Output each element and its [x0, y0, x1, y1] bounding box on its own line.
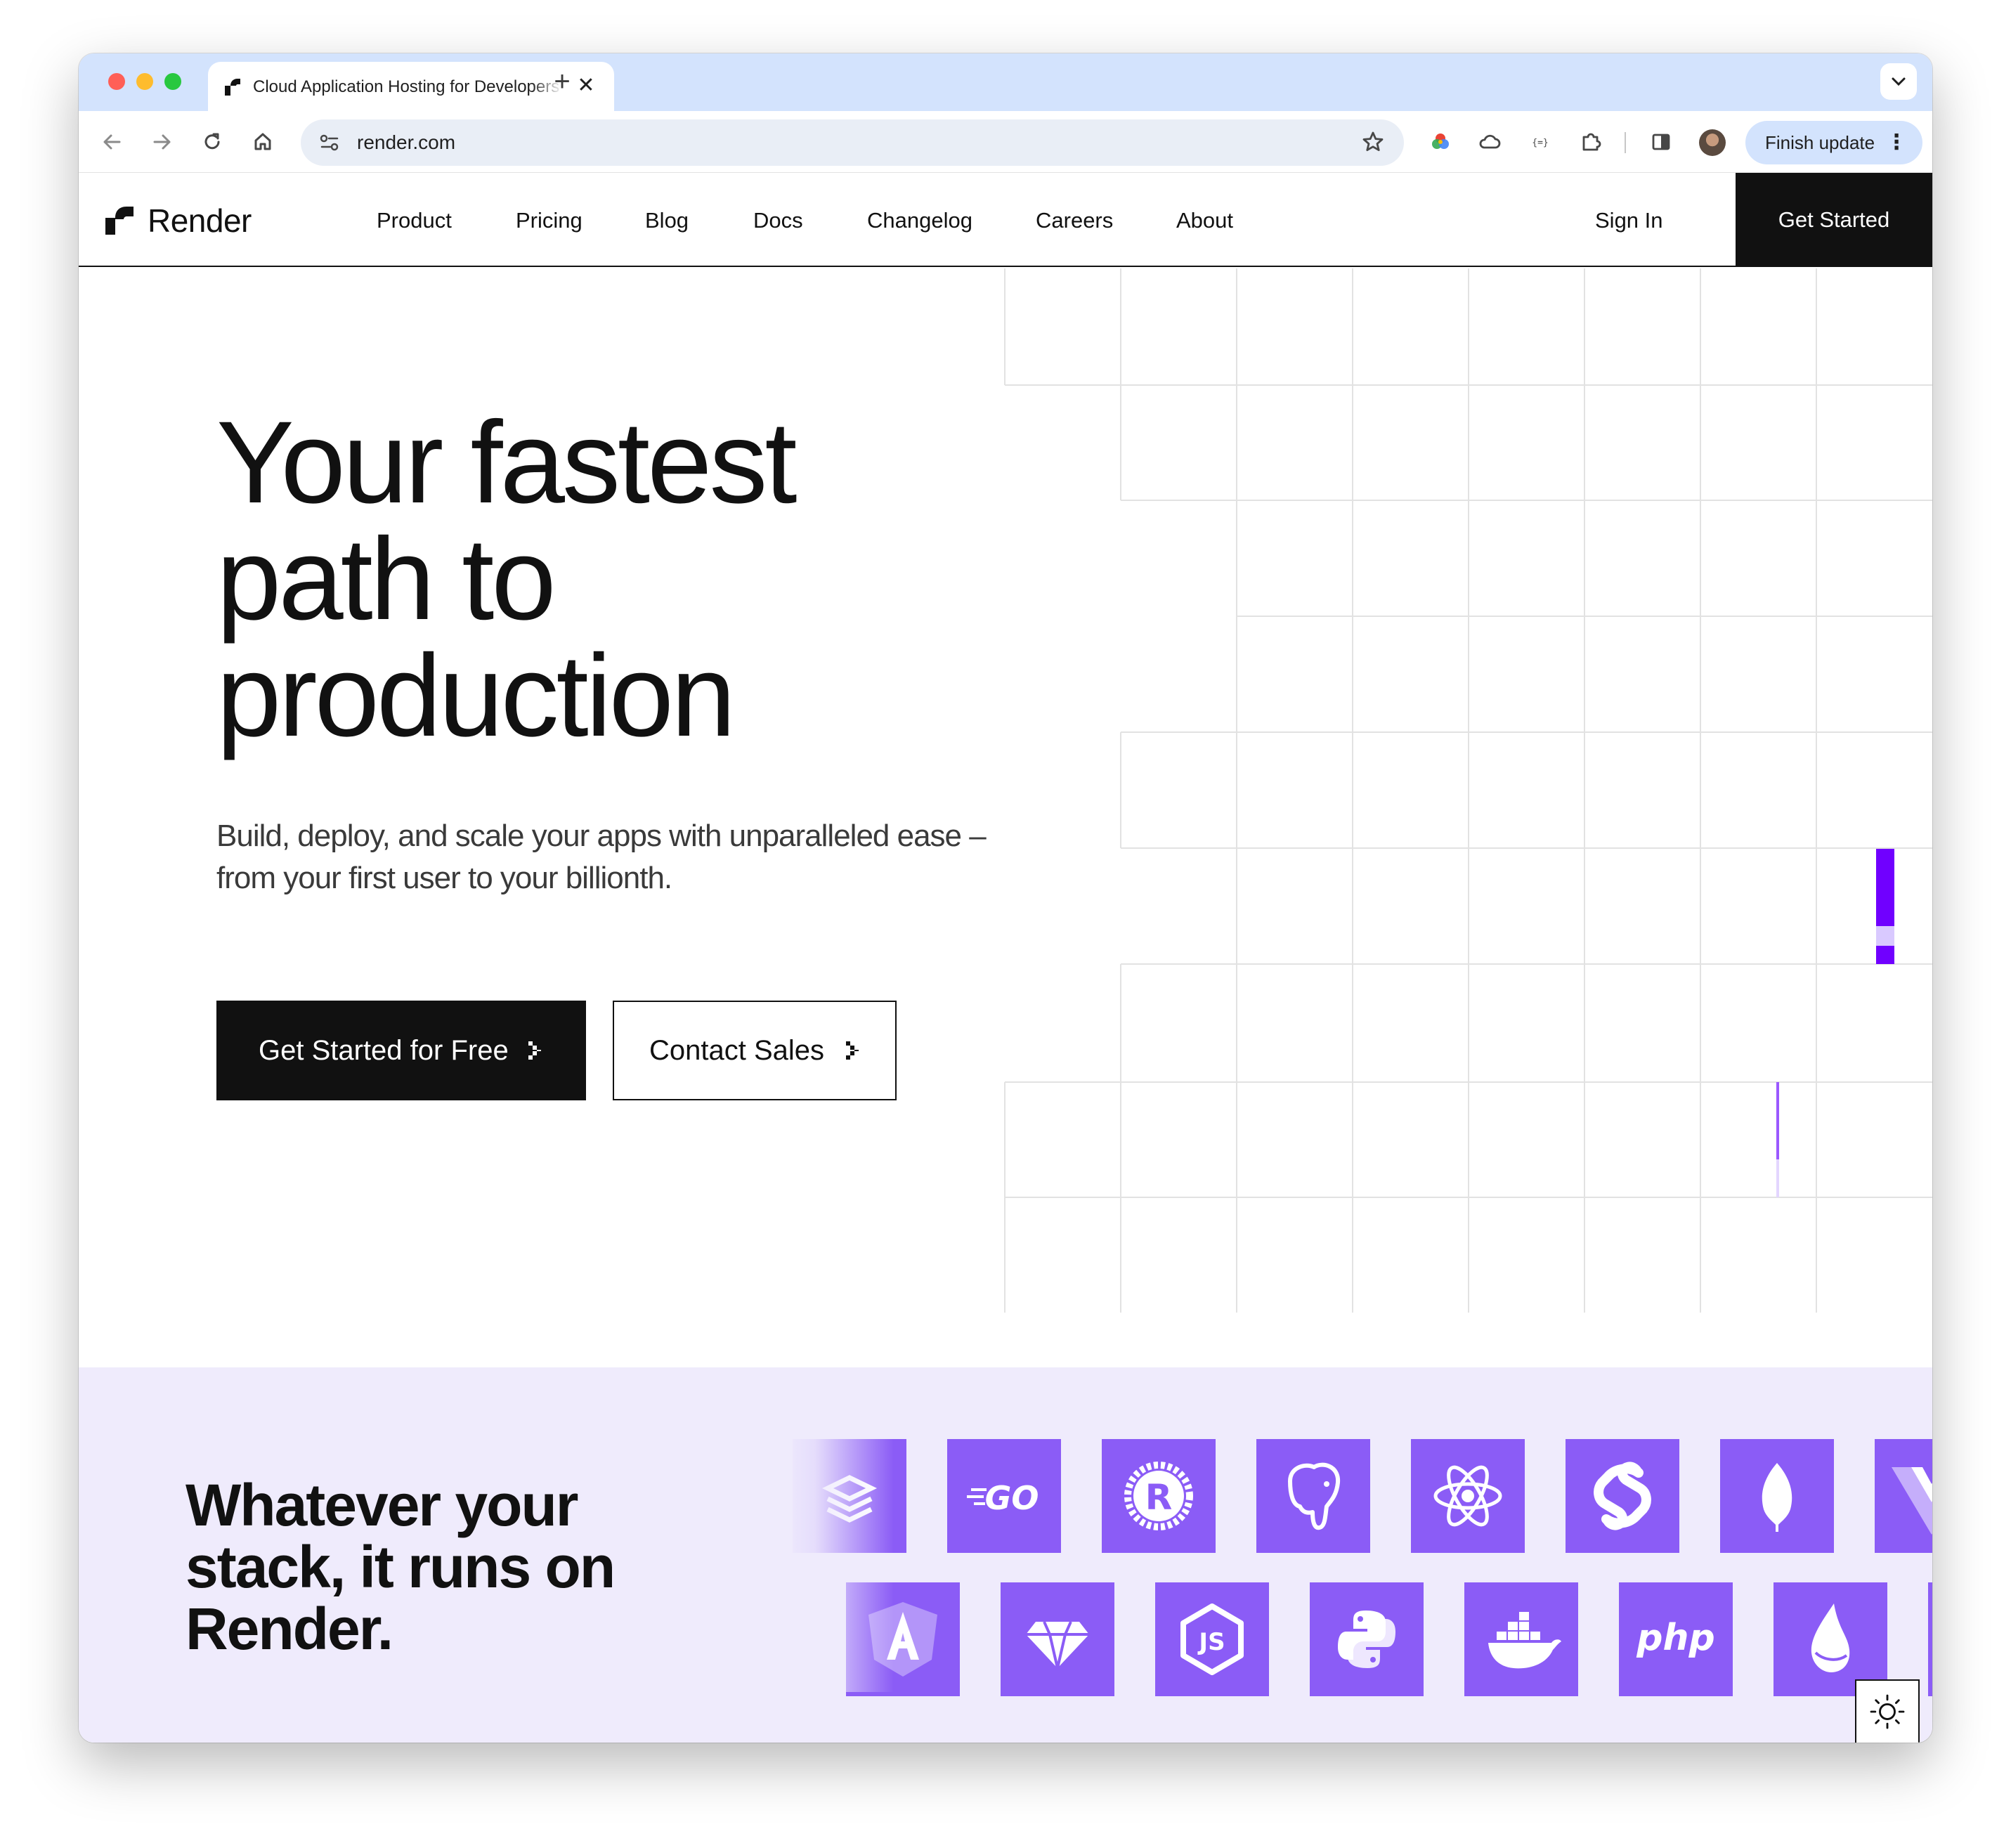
nav-link-careers[interactable]: Careers	[1036, 207, 1113, 235]
grid-highlight-bar	[1876, 849, 1894, 926]
render-favicon-icon	[225, 79, 240, 96]
site-nav: Render Product Pricing Blog Docs Changel…	[79, 173, 1932, 267]
hero-title-line-1: Your fastest	[216, 398, 798, 528]
tab-strip: Cloud Application Hosting for Developers…	[79, 53, 1932, 111]
get-started-button[interactable]: Get Started	[1736, 173, 1932, 267]
svg-text:{=}: {=}	[1532, 138, 1548, 148]
get-started-free-button[interactable]: Get Started for Free	[216, 1001, 586, 1100]
brand-name: Render	[148, 202, 252, 239]
grid-highlight-bar-end	[1876, 946, 1894, 964]
partial-logo-tile	[1928, 1582, 1932, 1696]
stack-title-line-2: stack, it runs on	[186, 1534, 616, 1600]
hero-title-line-3: production	[216, 631, 736, 761]
profile-avatar[interactable]	[1699, 129, 1726, 156]
pixel-chevron-right-icon	[528, 1041, 541, 1060]
sun-icon	[1870, 1694, 1905, 1729]
python-logo	[1310, 1582, 1424, 1696]
forward-icon[interactable]	[146, 126, 177, 157]
postgresql-logo	[1256, 1439, 1370, 1553]
logo-carousel-fade	[781, 1411, 894, 1692]
color-picker-extension-icon[interactable]	[1425, 126, 1456, 157]
nodejs-logo-text: JS	[1197, 1628, 1225, 1656]
reload-icon[interactable]	[197, 126, 228, 157]
get-started-free-label: Get Started for Free	[259, 1035, 509, 1066]
finish-update-button[interactable]: Finish update ⋮	[1745, 121, 1922, 164]
minimize-window-button[interactable]	[136, 73, 153, 90]
close-window-button[interactable]	[108, 73, 125, 90]
hero-subtitle: Build, deploy, and scale your apps with …	[216, 815, 1060, 899]
hero-grid-decoration	[1004, 268, 1932, 1313]
stack-title-line-3: Render.	[186, 1596, 393, 1662]
render-homepage: Render Product Pricing Blog Docs Changel…	[79, 173, 1932, 1743]
render-logo[interactable]: Render	[105, 202, 252, 239]
toolbar-divider	[1625, 132, 1626, 153]
mongodb-logo	[1720, 1439, 1834, 1553]
ruby-logo	[1001, 1582, 1114, 1696]
back-icon[interactable]	[97, 126, 128, 157]
nodejs-logo: JS	[1155, 1582, 1269, 1696]
hero-title: Your fastest path to production	[216, 405, 849, 755]
zoom-window-button[interactable]	[164, 73, 181, 90]
grid-highlight-bar-light	[1876, 926, 1894, 946]
hero-title-line-2: path to	[216, 514, 557, 644]
nav-link-about[interactable]: About	[1176, 207, 1233, 235]
site-settings-icon[interactable]	[316, 129, 343, 156]
json-extension-icon[interactable]: {=}	[1525, 126, 1556, 157]
address-bar[interactable]: render.com	[301, 119, 1404, 166]
nav-link-product[interactable]: Product	[377, 207, 452, 235]
render-logo-icon	[105, 207, 134, 235]
nav-link-blog[interactable]: Blog	[645, 207, 689, 235]
pixel-chevron-right-icon	[846, 1041, 859, 1060]
nav-link-docs[interactable]: Docs	[753, 207, 803, 235]
more-menu-icon[interactable]: ⋮	[1886, 121, 1907, 164]
stack-title: Whatever your stack, it runs on Render.	[186, 1474, 677, 1660]
contact-sales-button[interactable]: Contact Sales	[613, 1001, 897, 1100]
grid-highlight-thin-light	[1776, 1159, 1779, 1197]
rust-logo: R	[1102, 1439, 1216, 1553]
go-logo-text: GO	[985, 1479, 1039, 1517]
extensions-puzzle-icon[interactable]	[1575, 126, 1606, 157]
nav-link-changelog[interactable]: Changelog	[867, 207, 972, 235]
hero-subtitle-line-1: Build, deploy, and scale your apps with …	[216, 819, 987, 853]
vue-logo	[1875, 1439, 1932, 1553]
go-logo: GO	[947, 1439, 1061, 1553]
docker-logo	[1464, 1582, 1578, 1696]
svelte-logo	[1566, 1439, 1679, 1553]
side-panel-icon[interactable]	[1646, 126, 1677, 157]
rust-logo-text: R	[1145, 1477, 1173, 1518]
sign-in-link[interactable]: Sign In	[1595, 207, 1663, 235]
react-logo	[1411, 1439, 1525, 1553]
nav-link-pricing[interactable]: Pricing	[516, 207, 583, 235]
chevron-down-icon	[1892, 77, 1906, 86]
home-icon[interactable]	[247, 126, 278, 157]
grid-highlight-thin	[1776, 1082, 1779, 1159]
hero-subtitle-line-2: from your first user to your billionth.	[216, 861, 672, 895]
new-tab-button[interactable]: +	[547, 66, 578, 97]
php-logo: php	[1619, 1582, 1733, 1696]
bookmark-star-icon[interactable]	[1358, 126, 1388, 157]
php-logo-text: php	[1636, 1617, 1714, 1659]
tab-search-button[interactable]	[1880, 63, 1917, 100]
theme-toggle-button[interactable]	[1855, 1679, 1920, 1743]
tab-title: Cloud Application Hosting for Developers	[253, 77, 560, 96]
stack-title-line-1: Whatever your	[186, 1472, 579, 1538]
browser-window: Cloud Application Hosting for Developers…	[79, 53, 1932, 1743]
cloud-extension-icon[interactable]	[1474, 126, 1505, 157]
browser-toolbar: render.com {=} Finish update ⋮	[79, 111, 1932, 173]
url-text: render.com	[357, 131, 456, 153]
contact-sales-label: Contact Sales	[649, 1035, 825, 1066]
finish-update-label: Finish update	[1765, 132, 1875, 153]
